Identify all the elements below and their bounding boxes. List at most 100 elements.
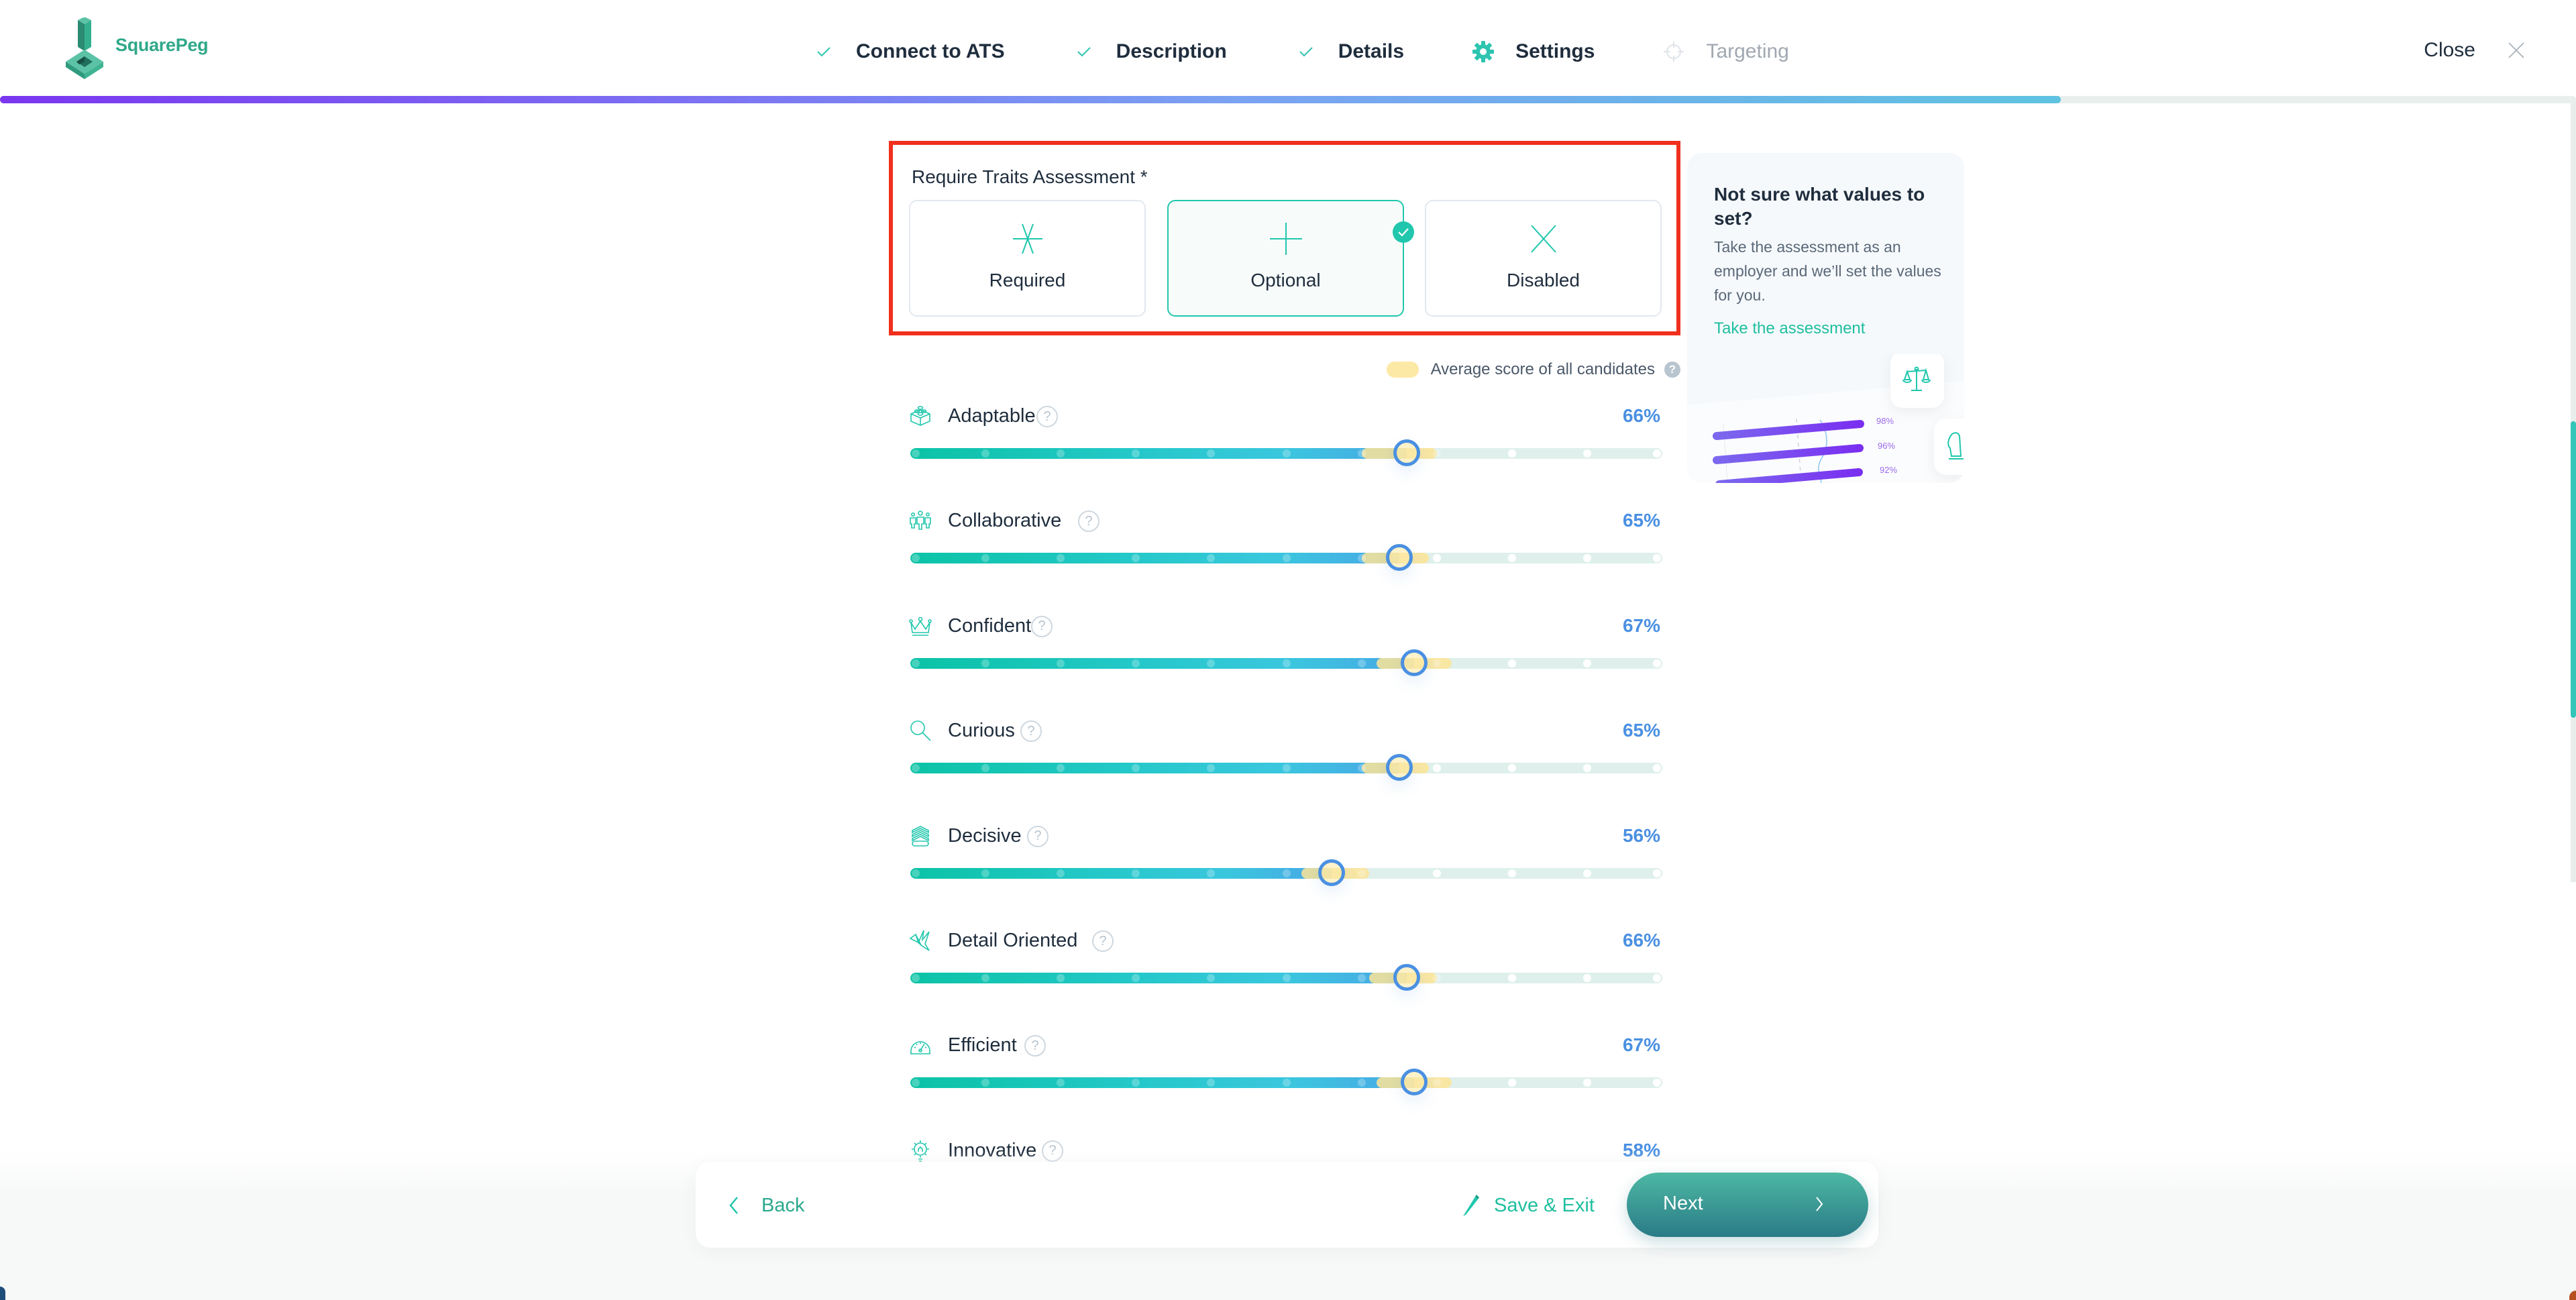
slider-tick	[1357, 1079, 1366, 1087]
trait-slider[interactable]	[910, 964, 1662, 991]
step-label: Details	[1338, 40, 1405, 62]
trait-name: Detail Oriented	[948, 930, 1078, 951]
trait-slider[interactable]	[910, 544, 1662, 572]
action-bar: Back Save & Exit Next	[696, 1162, 1878, 1248]
traits-assessment-title: Require Traits Assessment *	[912, 166, 1148, 187]
step-connect-to-ats[interactable]: Connect to ATS	[812, 35, 1005, 68]
close-icon[interactable]	[2504, 38, 2529, 63]
scrollbar[interactable]	[2571, 101, 2576, 882]
header: SquarePeg Connect to ATS Description Det…	[0, 0, 2576, 95]
slider-track[interactable]	[910, 867, 1662, 879]
help-icon[interactable]: ?	[1092, 930, 1114, 952]
chevrons-up-icon	[909, 824, 932, 847]
trait-slider[interactable]	[910, 754, 1662, 781]
save-exit-label: Save & Exit	[1494, 1194, 1595, 1216]
brand-name: SquarePeg	[115, 34, 209, 55]
slider-track[interactable]	[910, 1077, 1662, 1089]
trait-name: Adaptable	[948, 405, 1036, 427]
slider-tick	[1582, 974, 1591, 982]
chevron-left-icon	[729, 1197, 738, 1214]
slider-handle[interactable]	[1401, 1069, 1428, 1096]
trait-row-detail-oriented: Detail Oriented? 66%	[909, 929, 1680, 996]
step-label: Settings	[1515, 40, 1595, 62]
check-icon	[1294, 40, 1318, 64]
slider-tick	[1057, 869, 1065, 877]
crown-icon	[909, 614, 932, 637]
slider-track[interactable]	[910, 973, 1662, 983]
wizard-progress-bar	[0, 96, 2576, 103]
trait-row-decisive: Decisive? 56%	[909, 824, 1680, 891]
slider-track[interactable]	[910, 448, 1662, 459]
slider-tick	[1653, 869, 1661, 877]
trait-row-adaptable: Adaptable? 66%	[909, 404, 1680, 472]
slider-handle[interactable]	[1385, 754, 1413, 781]
slider-tick	[981, 449, 990, 457]
logo[interactable]: SquarePeg	[64, 17, 212, 79]
step-details[interactable]: Details	[1294, 35, 1404, 68]
trait-row-curious: Curious? 65%	[909, 719, 1680, 786]
slider-tick	[1582, 869, 1591, 877]
help-icon[interactable]: ?	[1027, 825, 1049, 847]
trait-value: 66%	[1622, 405, 1660, 426]
slider-handle[interactable]	[1401, 649, 1428, 676]
slider-handle[interactable]	[1318, 859, 1345, 886]
slider-handle[interactable]	[1385, 544, 1413, 572]
slider-tick	[1507, 554, 1516, 563]
help-icon[interactable]: ?	[1031, 615, 1053, 637]
slider-handle[interactable]	[1393, 439, 1420, 466]
slider-tick	[1057, 659, 1065, 667]
help-icon[interactable]: ?	[1078, 510, 1099, 533]
next-button[interactable]: Next	[1627, 1173, 1868, 1237]
slider-tick	[1357, 659, 1366, 667]
slider-tick	[1653, 764, 1661, 773]
slider-tick	[1282, 764, 1291, 773]
back-button[interactable]: Back	[728, 1189, 804, 1222]
trait-row-collaborative: Collaborative? 65%	[909, 509, 1680, 576]
slider-tick	[1507, 974, 1516, 982]
close-button[interactable]: Close	[2424, 35, 2475, 66]
slider-tick	[912, 659, 920, 667]
slider-track[interactable]	[910, 657, 1662, 669]
help-icon[interactable]: ?	[1036, 406, 1058, 427]
step-description[interactable]: Description	[1072, 35, 1227, 68]
slider-handle[interactable]	[1393, 964, 1420, 991]
slider-tick	[912, 449, 920, 457]
slider-tick	[912, 974, 920, 982]
trait-slider[interactable]	[910, 1069, 1662, 1096]
option-required[interactable]: Required	[909, 200, 1146, 317]
info-panel-body: Take the assessment as an employer and w…	[1714, 238, 1941, 304]
slider-tick	[1653, 554, 1661, 563]
option-optional[interactable]: Optional	[1167, 200, 1414, 317]
selected-check-icon	[1393, 221, 1414, 243]
trait-slider[interactable]	[910, 439, 1662, 466]
option-disabled[interactable]: Disabled	[1425, 200, 1662, 317]
trait-slider[interactable]	[910, 859, 1662, 886]
help-icon[interactable]: ?	[1024, 1035, 1046, 1057]
help-icon[interactable]: ?	[1664, 362, 1680, 378]
trait-name: Curious	[948, 720, 1015, 742]
scrollbar-thumb[interactable]	[2571, 421, 2576, 718]
slider-track[interactable]	[910, 553, 1662, 564]
slider-tick	[1653, 659, 1661, 667]
slider-tick	[1582, 764, 1591, 773]
gear-icon	[1471, 40, 1495, 64]
slider-tick	[1432, 449, 1441, 457]
slider-tick	[981, 659, 990, 667]
step-settings[interactable]: Settings	[1471, 35, 1595, 68]
save-exit-button[interactable]: Save & Exit	[1460, 1189, 1595, 1222]
take-assessment-link[interactable]: Take the assessment	[1714, 319, 1865, 338]
check-icon	[812, 40, 836, 64]
trait-slider[interactable]	[910, 649, 1662, 676]
slider-tick	[1207, 869, 1216, 877]
option-label: Required	[989, 270, 1066, 290]
slider-track[interactable]	[910, 763, 1662, 774]
slider-tick	[1357, 449, 1366, 457]
slider-tick	[981, 869, 990, 877]
slider-tick	[1357, 554, 1366, 563]
window-corner	[0, 1287, 5, 1300]
slider-tick	[1357, 974, 1366, 982]
step-targeting[interactable]: Targeting	[1662, 35, 1789, 68]
slider-tick	[1653, 974, 1661, 982]
origami-bird-icon	[909, 929, 932, 952]
help-icon[interactable]: ?	[1020, 720, 1042, 743]
